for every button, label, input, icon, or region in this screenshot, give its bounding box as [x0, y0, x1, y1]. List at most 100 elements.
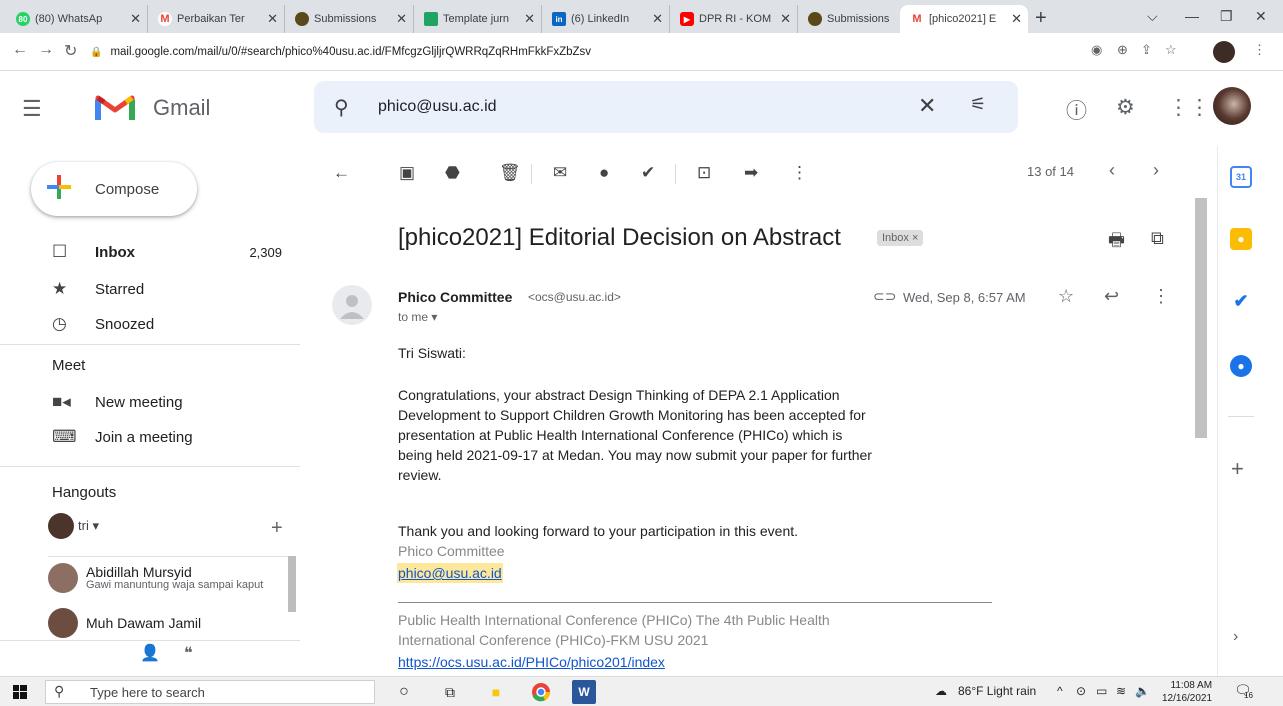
browser-tab-template[interactable]: Template jurn ✕	[414, 5, 542, 33]
signature-email-link[interactable]: phico@usu.ac.id	[397, 563, 503, 583]
contact-name[interactable]: Abidillah Mursyid	[86, 564, 192, 580]
zoom-icon[interactable]: ⊕	[1117, 42, 1128, 58]
self-avatar[interactable]	[48, 513, 74, 539]
sidebar-item-new-meeting[interactable]: ■◂ New meeting	[0, 387, 300, 419]
calendar-icon[interactable]: 31	[1230, 166, 1252, 188]
sidebar-item-inbox[interactable]: ☐ Inbox 2,309	[0, 237, 300, 269]
browser-tab-linkedin[interactable]: in (6) LinkedIn ✕	[542, 5, 670, 33]
contact-name[interactable]: Muh Dawam Jamil	[86, 615, 201, 631]
get-addons-icon[interactable]: +	[1231, 456, 1244, 482]
weather-icon[interactable]: ☁	[935, 684, 947, 698]
volume-icon[interactable]: 🔈	[1135, 684, 1150, 698]
clear-search-icon[interactable]: ✕	[918, 93, 936, 119]
more-options-icon[interactable]: ⋮	[791, 163, 808, 183]
mark-unread-icon[interactable]: ✉	[553, 163, 567, 183]
taskbar-search[interactable]: ⚲ Type here to search	[45, 680, 375, 704]
cortana-icon[interactable]: ○	[392, 680, 416, 704]
browser-profile-avatar[interactable]	[1213, 41, 1235, 63]
close-tab-icon[interactable]: ✕	[130, 11, 141, 27]
conversations-tab-icon[interactable]: ❝	[184, 643, 193, 663]
delete-icon[interactable]: 🗑	[499, 163, 521, 183]
star-message-icon[interactable]: ☆	[1058, 286, 1074, 307]
sidebar-item-snoozed[interactable]: ◷ Snoozed	[0, 309, 300, 341]
browser-tab-active[interactable]: M [phico2021] E ✕	[900, 5, 1028, 33]
reply-icon[interactable]: ↩	[1104, 286, 1119, 307]
search-icon[interactable]: ⚲	[334, 95, 349, 120]
gear-icon[interactable]: ⚙	[1116, 95, 1135, 120]
eye-icon[interactable]: ◉	[1091, 42, 1102, 58]
account-avatar[interactable]	[1213, 87, 1251, 125]
newer-button[interactable]: ‹	[1109, 160, 1115, 181]
tasks-icon[interactable]: ✔	[1230, 290, 1252, 312]
search-input[interactable]: phico@usu.ac.id	[378, 98, 497, 116]
move-to-icon[interactable]: ⊡	[697, 163, 711, 183]
gmail-logo-icon[interactable]	[95, 92, 135, 122]
compose-button[interactable]: Compose	[31, 162, 197, 216]
open-new-window-icon[interactable]: ⧉	[1151, 228, 1164, 249]
snooze-icon[interactable]: ●	[599, 163, 609, 183]
taskbar-clock[interactable]: 11:08 AM 12/16/2021	[1162, 679, 1212, 705]
weather-status[interactable]: 86°F Light rain	[958, 684, 1036, 698]
conference-link[interactable]: https://ocs.usu.ac.id/PHICo/phico201/ind…	[398, 654, 665, 670]
older-button[interactable]: ›	[1153, 160, 1159, 181]
inbox-label-chip[interactable]: Inbox ×	[877, 230, 924, 246]
sidebar-item-join-meeting[interactable]: ⌨ Join a meeting	[0, 422, 300, 454]
chevron-down-icon[interactable]: ⌵	[1147, 8, 1158, 25]
print-icon[interactable]: 🖶	[1108, 228, 1125, 258]
close-tab-icon[interactable]: ✕	[396, 11, 407, 27]
chrome-icon[interactable]	[529, 680, 553, 704]
file-explorer-icon[interactable]: ■	[484, 680, 508, 704]
add-to-tasks-icon[interactable]: ✔	[641, 163, 655, 183]
close-tab-icon[interactable]: ✕	[652, 11, 663, 27]
contact-avatar[interactable]	[48, 563, 78, 593]
browser-tab-submissions[interactable]: Submissions ✕	[285, 5, 414, 33]
windows-start-icon[interactable]	[13, 685, 27, 699]
meet-now-icon[interactable]: ⊙	[1076, 684, 1086, 698]
word-icon[interactable]: W	[572, 680, 596, 704]
bookmark-star-icon[interactable]: ☆	[1165, 42, 1177, 58]
sidebar-item-starred[interactable]: ★ Starred	[0, 274, 300, 306]
new-conversation-button[interactable]: +	[271, 517, 283, 540]
forward-button[interactable]: →	[38, 41, 54, 59]
contacts-tab-icon[interactable]: 👤	[140, 643, 160, 663]
reload-button[interactable]: ↻	[64, 41, 77, 61]
close-tab-icon[interactable]: ✕	[524, 11, 535, 27]
address-bar[interactable]: 🔒 mail.google.com/mail/u/0/#search/phico…	[90, 38, 1080, 66]
contacts-icon[interactable]: ●	[1230, 355, 1252, 377]
report-spam-icon[interactable]: ⬣	[445, 163, 460, 183]
minimize-button[interactable]: —	[1185, 8, 1199, 24]
browser-menu-icon[interactable]: ⋮	[1253, 42, 1266, 58]
back-to-search-icon[interactable]: ←	[333, 163, 350, 183]
browser-tab-youtube[interactable]: ▶ DPR RI - KOM ✕	[670, 5, 798, 33]
share-icon[interactable]: ⇪	[1141, 42, 1152, 58]
hangouts-self-name[interactable]: tri ▾	[78, 518, 99, 534]
browser-tab-gmail[interactable]: M Perbaikan Ter ✕	[148, 5, 285, 33]
search-options-icon[interactable]: ⚟	[970, 94, 986, 115]
close-tab-icon[interactable]: ✕	[1011, 11, 1022, 27]
close-window-button[interactable]: ✕	[1255, 8, 1267, 25]
sender-name[interactable]: Phico Committee	[398, 289, 512, 305]
message-scrollbar[interactable]	[1195, 198, 1207, 438]
close-tab-icon[interactable]: ✕	[780, 11, 791, 27]
tray-overflow-icon[interactable]: ^	[1057, 684, 1063, 698]
new-tab-button[interactable]: +	[1035, 7, 1047, 30]
restore-button[interactable]: ❐	[1220, 8, 1233, 25]
archive-icon[interactable]: ▣	[399, 163, 415, 183]
battery-icon[interactable]: ▭	[1096, 684, 1107, 698]
task-view-icon[interactable]: ⧉	[438, 680, 462, 704]
keep-icon[interactable]: ●	[1230, 228, 1252, 250]
search-bar[interactable]: ⚲ phico@usu.ac.id ✕ ⚟	[314, 81, 1018, 133]
back-button[interactable]: ←	[12, 41, 28, 59]
message-more-icon[interactable]: ⋮	[1152, 286, 1170, 307]
recipient-dropdown[interactable]: to me ▾	[398, 310, 437, 324]
main-menu-icon[interactable]: ☰	[22, 96, 42, 122]
close-tab-icon[interactable]: ✕	[267, 11, 278, 27]
help-icon[interactable]: ⓘ	[1066, 95, 1087, 125]
sender-avatar[interactable]	[332, 285, 372, 325]
wifi-icon[interactable]: ≋	[1116, 684, 1126, 698]
apps-grid-icon[interactable]: ⋮⋮	[1168, 95, 1210, 120]
label-icon[interactable]: ➡	[744, 163, 758, 183]
contact-avatar[interactable]	[48, 608, 78, 638]
show-side-panel-icon[interactable]: ›	[1233, 628, 1238, 646]
browser-tab-whatsapp[interactable]: 80 (80) WhatsAp ✕	[6, 5, 148, 33]
